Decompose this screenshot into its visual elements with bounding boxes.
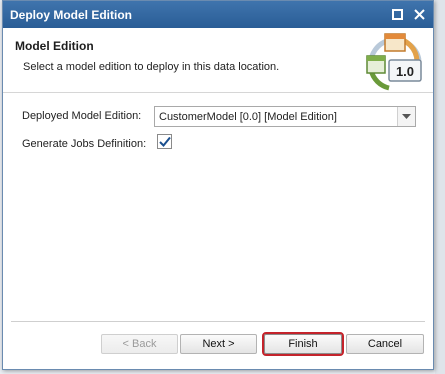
page-title: Model Edition	[15, 39, 94, 53]
background-app	[435, 0, 445, 374]
close-icon[interactable]	[411, 7, 427, 23]
checkmark-icon	[158, 136, 171, 147]
dialog-title: Deploy Model Edition	[10, 7, 132, 22]
title-bar[interactable]: Deploy Model Edition	[3, 1, 433, 28]
generate-jobs-label: Generate Jobs Definition:	[22, 138, 147, 150]
back-button[interactable]: < Back	[101, 334, 178, 354]
generate-jobs-checkbox[interactable]	[157, 134, 172, 149]
footer-divider	[11, 321, 425, 322]
deploy-model-edition-dialog: Deploy Model Edition Model Edition Selec…	[2, 0, 434, 370]
maximize-icon[interactable]	[389, 7, 405, 23]
cancel-button[interactable]: Cancel	[346, 334, 424, 354]
page-description: Select a model edition to deploy in this…	[23, 61, 280, 73]
deployed-model-select[interactable]: CustomerModel [0.0] [Model Edition]	[154, 106, 416, 127]
deployed-model-label: Deployed Model Edition:	[22, 110, 142, 122]
logo-version-text: 1.0	[396, 64, 414, 79]
deployed-model-value: CustomerModel [0.0] [Model Edition]	[159, 110, 337, 123]
chevron-down-icon[interactable]	[397, 107, 415, 126]
wizard-header: Model Edition Select a model edition to …	[3, 28, 433, 93]
wizard-body: Deployed Model Edition: CustomerModel [0…	[3, 93, 433, 321]
model-edition-logo-icon: 1.0	[366, 33, 422, 91]
next-button[interactable]: Next >	[180, 334, 257, 354]
finish-button[interactable]: Finish	[262, 332, 344, 356]
